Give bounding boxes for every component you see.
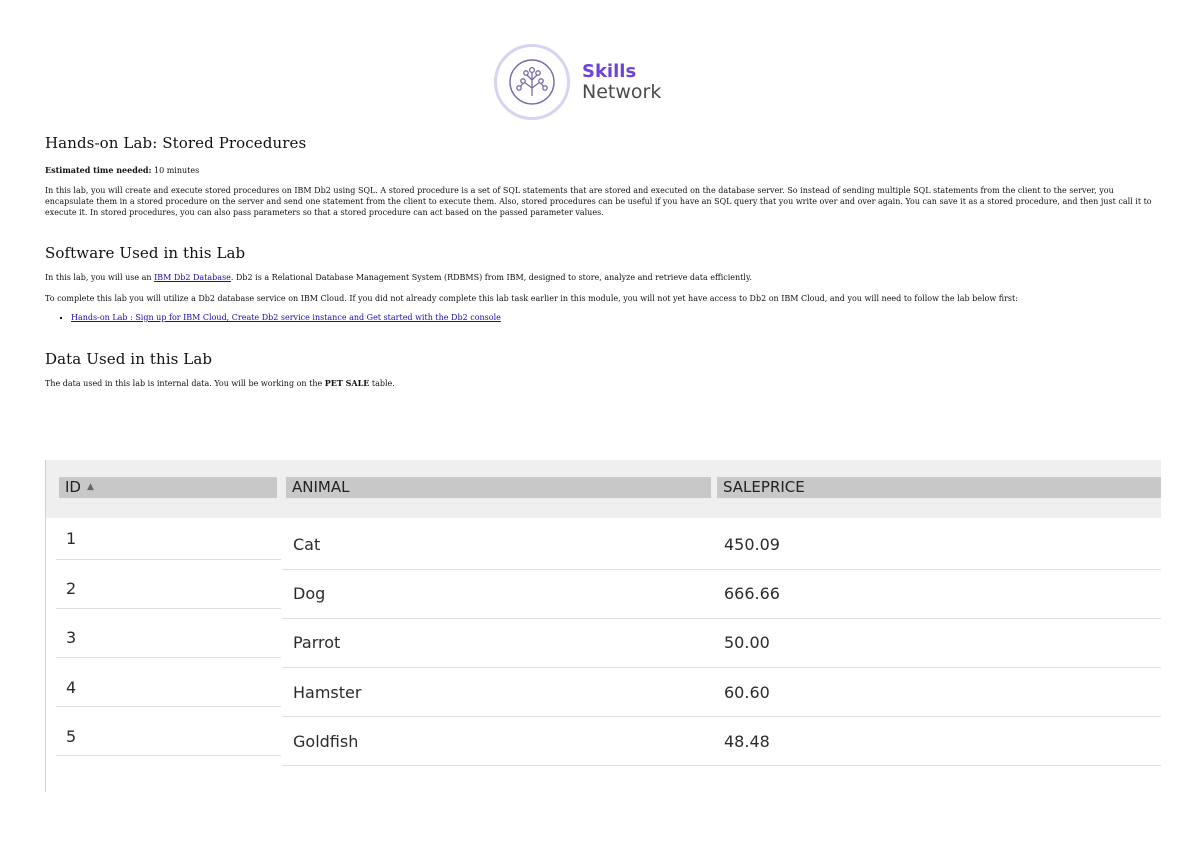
cell-id: 2 xyxy=(66,579,77,598)
cell-animal: Hamster xyxy=(293,683,362,702)
table-row: 5 Goldfish 48.48 xyxy=(46,717,1161,766)
logo-emblem xyxy=(494,44,570,120)
sort-ascending-icon[interactable]: ▲ xyxy=(87,482,94,492)
signup-lab-link[interactable]: Hands-on Lab : Sign up for IBM Cloud, Cr… xyxy=(71,313,501,322)
tree-network-icon xyxy=(509,59,555,105)
row-divider xyxy=(56,755,281,756)
logo-wordmark: Skills Network xyxy=(582,61,662,103)
cell-saleprice: 50.00 xyxy=(724,633,770,652)
table-row: 4 Hamster 60.60 xyxy=(46,668,1161,717)
cell-animal: Cat xyxy=(293,535,321,554)
column-header-label: ID xyxy=(65,478,81,496)
table-row: 1 Cat 450.09 xyxy=(46,521,1161,570)
cell-id: 4 xyxy=(66,678,77,697)
column-header-saleprice[interactable]: SALEPRICE xyxy=(717,477,1161,498)
cell-animal: Goldfish xyxy=(293,732,359,751)
data-description: The data used in this lab is internal da… xyxy=(45,378,1160,389)
table-header: ID ▲ ANIMAL SALEPRICE xyxy=(46,460,1161,518)
cell-id: 1 xyxy=(66,529,77,548)
intro-paragraph: In this lab, you will create and execute… xyxy=(45,186,1152,217)
software-text-before: In this lab, you will use an xyxy=(45,273,155,282)
cell-saleprice: 48.48 xyxy=(724,732,770,751)
table-row: 3 Parrot 50.00 xyxy=(46,619,1161,668)
row-divider xyxy=(56,657,281,658)
logo-line-network: Network xyxy=(582,81,662,103)
lab-content: Hands-on Lab: Stored Procedures Estimate… xyxy=(45,134,1160,389)
skills-network-logo: Skills Network xyxy=(494,44,661,120)
row-divider xyxy=(56,608,281,609)
estimated-time-value: 10 minutes xyxy=(154,166,200,175)
page-title: Hands-on Lab: Stored Procedures xyxy=(45,134,307,152)
pet-sale-table: ID ▲ ANIMAL SALEPRICE 1 Cat 450.09 2 Dog … xyxy=(45,460,1161,792)
software-paragraph-1: In this lab, you will use an IBM Db2 Dat… xyxy=(45,272,1160,283)
prerequisite-list: Hands-on Lab : Sign up for IBM Cloud, Cr… xyxy=(45,313,1160,322)
data-heading: Data Used in this Lab xyxy=(45,350,213,368)
data-text-after: table. xyxy=(369,379,395,388)
estimated-time-label: Estimated time needed: xyxy=(45,165,152,175)
cell-animal: Dog xyxy=(293,584,326,603)
data-text-before: The data used in this lab is internal da… xyxy=(45,379,325,388)
cell-id: 3 xyxy=(66,628,77,647)
cell-id: 5 xyxy=(66,727,77,746)
logo-line-skills: Skills xyxy=(582,61,637,82)
cell-saleprice: 450.09 xyxy=(724,535,780,554)
cell-animal: Parrot xyxy=(293,633,341,652)
software-heading: Software Used in this Lab xyxy=(45,244,246,262)
row-divider xyxy=(56,559,281,560)
cell-saleprice: 60.60 xyxy=(724,683,770,702)
table-name: PET SALE xyxy=(324,378,370,388)
table-row: 2 Dog 666.66 xyxy=(46,570,1161,619)
list-item: Hands-on Lab : Sign up for IBM Cloud, Cr… xyxy=(71,313,1160,322)
ibm-db2-link[interactable]: IBM Db2 Database xyxy=(154,273,231,282)
software-text-after: . Db2 is a Relational Database Managemen… xyxy=(230,273,752,282)
row-divider xyxy=(282,765,1161,766)
software-paragraph-2: To complete this lab you will utilize a … xyxy=(45,294,1018,303)
column-header-id[interactable]: ID ▲ xyxy=(59,477,277,498)
estimated-time: Estimated time needed: 10 minutes xyxy=(45,165,1160,176)
row-divider xyxy=(56,706,281,707)
cell-saleprice: 666.66 xyxy=(724,584,780,603)
column-header-animal[interactable]: ANIMAL xyxy=(286,477,711,498)
